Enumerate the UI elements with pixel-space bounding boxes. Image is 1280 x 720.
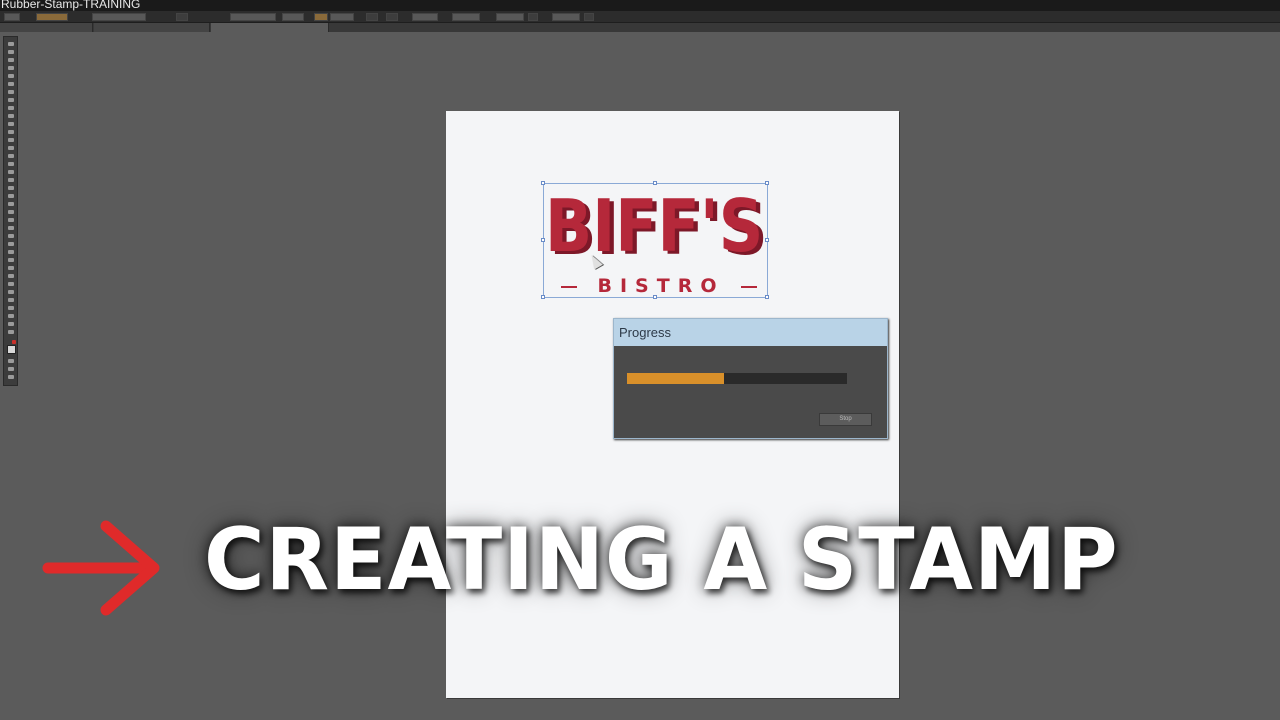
window-title: Rubber-Stamp-TRAINING	[1, 0, 141, 11]
mesh-tool-icon[interactable]	[8, 186, 14, 190]
window-title-bar: Rubber-Stamp-TRAINING	[0, 0, 1280, 11]
height-field[interactable]	[552, 13, 580, 21]
width-field[interactable]	[496, 13, 524, 21]
document-tab-active[interactable]	[211, 23, 329, 32]
dialog-title: Progress	[619, 325, 672, 340]
scissors-tool-icon[interactable]	[8, 266, 14, 270]
fill-swatch-icon[interactable]	[7, 345, 16, 354]
stop-button[interactable]: Stop	[819, 413, 872, 426]
document-tab[interactable]	[0, 23, 93, 32]
line-tool-icon[interactable]	[8, 90, 14, 94]
red-arrow-icon	[42, 520, 160, 616]
control-bar	[0, 11, 1280, 23]
bloat-tool-icon[interactable]	[8, 306, 14, 310]
selection-tool-icon[interactable]	[8, 42, 14, 46]
pencil-tool-icon[interactable]	[8, 114, 14, 118]
fill-control[interactable]	[36, 13, 68, 21]
document-tab-bar	[0, 23, 1280, 32]
free-transform-tool-icon[interactable]	[8, 162, 14, 166]
selection-handle[interactable]	[653, 295, 657, 299]
align-icon[interactable]	[366, 13, 378, 21]
selection-handle[interactable]	[541, 181, 545, 185]
knife-tool-icon[interactable]	[8, 274, 14, 278]
selection-handle[interactable]	[541, 295, 545, 299]
artboard-tool-icon[interactable]	[8, 234, 14, 238]
stroke-swatch-icon[interactable]	[12, 340, 16, 344]
app-window: Rubber-Stamp-TRAINING BIFF'S BISTRO Prog…	[0, 0, 1280, 720]
paintbrush-tool-icon[interactable]	[8, 106, 14, 110]
logo-artwork[interactable]: BIFF'S BISTRO	[541, 181, 769, 299]
hand-tool-icon[interactable]	[8, 250, 14, 254]
color-mode-icon[interactable]	[8, 359, 14, 363]
blob-brush-tool-icon[interactable]	[8, 122, 14, 126]
perspective-grid-tool-icon[interactable]	[8, 178, 14, 182]
link-icon[interactable]	[528, 13, 538, 21]
brush-control[interactable]	[230, 13, 276, 21]
magic-wand-tool-icon[interactable]	[8, 58, 14, 62]
lasso-tool-icon[interactable]	[8, 66, 14, 70]
pen-tool-icon[interactable]	[8, 74, 14, 78]
document-tab[interactable]	[94, 23, 210, 32]
screen-mode-icon[interactable]	[8, 375, 14, 379]
transform-icon[interactable]	[584, 13, 594, 21]
rotate-tool-icon[interactable]	[8, 138, 14, 142]
zoom-tool-alt-icon[interactable]	[8, 330, 14, 334]
dialog-title-bar[interactable]: Progress	[614, 319, 887, 346]
warp-tool-icon[interactable]	[8, 282, 14, 286]
stroke-weight-icon[interactable]	[176, 13, 188, 21]
hand-tool-alt-icon[interactable]	[8, 322, 14, 326]
direct-selection-tool-icon[interactable]	[8, 50, 14, 54]
progress-dialog: Progress Stop	[613, 318, 888, 439]
twirl-tool-icon[interactable]	[8, 290, 14, 294]
eyedropper-tool-icon[interactable]	[8, 202, 14, 206]
rectangle-tool-icon[interactable]	[8, 98, 14, 102]
symbol-sprayer-tool-icon[interactable]	[8, 218, 14, 222]
width-tool-icon[interactable]	[8, 154, 14, 158]
style-control[interactable]	[282, 13, 304, 21]
opacity-control[interactable]	[330, 13, 354, 21]
selection-bounding-box	[543, 183, 768, 298]
gradient-tool-icon[interactable]	[8, 194, 14, 198]
drawing-mode-icon[interactable]	[8, 367, 14, 371]
type-tool-icon[interactable]	[8, 82, 14, 86]
selection-handle[interactable]	[541, 238, 545, 242]
slice-tool-icon[interactable]	[8, 242, 14, 246]
column-graph-tool-icon[interactable]	[8, 226, 14, 230]
stroke-control[interactable]	[92, 13, 146, 21]
pucker-tool-icon[interactable]	[8, 298, 14, 302]
selection-handle[interactable]	[765, 181, 769, 185]
control-menu[interactable]	[4, 13, 20, 21]
scale-tool-icon[interactable]	[8, 146, 14, 150]
selection-handle[interactable]	[765, 295, 769, 299]
tools-panel	[3, 36, 18, 386]
progress-bar	[627, 373, 847, 384]
y-field[interactable]	[452, 13, 480, 21]
blend-tool-icon[interactable]	[8, 210, 14, 214]
x-field[interactable]	[412, 13, 438, 21]
distribute-icon[interactable]	[386, 13, 398, 21]
selection-handle[interactable]	[653, 181, 657, 185]
zoom-tool-icon[interactable]	[8, 258, 14, 262]
crystallize-tool-icon[interactable]	[8, 314, 14, 318]
overlay-caption: CREATING A STAMP	[204, 510, 1119, 610]
selection-handle[interactable]	[765, 238, 769, 242]
progress-bar-fill	[627, 373, 724, 384]
shape-builder-tool-icon[interactable]	[8, 170, 14, 174]
eraser-tool-icon[interactable]	[8, 130, 14, 134]
opacity-icon[interactable]	[314, 13, 328, 21]
